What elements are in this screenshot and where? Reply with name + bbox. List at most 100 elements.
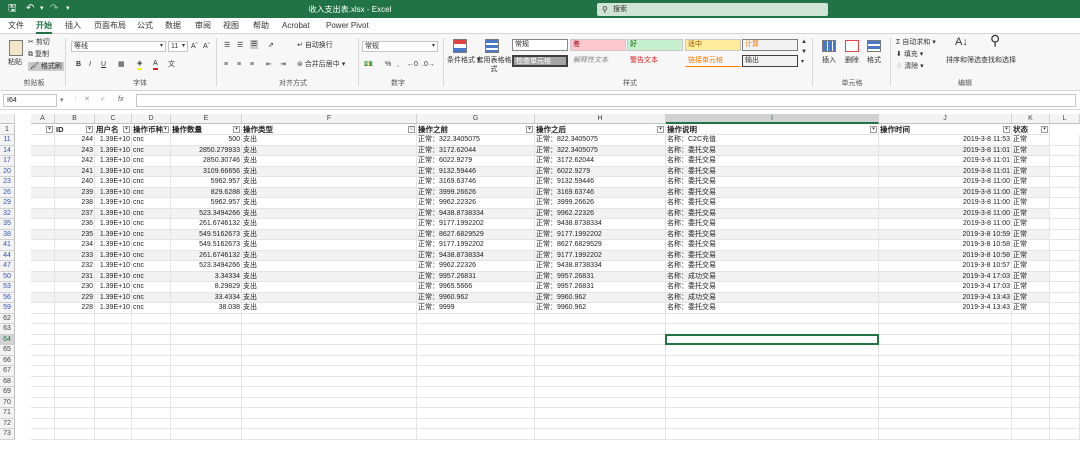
empty-cell[interactable] [171,376,242,387]
cancel-icon[interactable]: ✕ [84,95,90,104]
percent-icon[interactable]: % [385,60,391,69]
empty-cell[interactable] [242,408,417,419]
header-cell[interactable]: 操作之后 ▾ [535,124,666,135]
format-button[interactable]: 格式 [867,56,881,65]
row-header[interactable]: 50 [0,271,15,282]
italic-icon[interactable]: I [89,60,91,69]
table-cell-user[interactable]: 1.39E+10 [95,292,132,303]
header-cell[interactable]: ▾ [31,124,55,135]
empty-cell[interactable] [535,387,666,398]
table-cell-desc[interactable]: 名称：委托交易 [666,240,879,251]
column-header[interactable]: H [535,114,666,124]
align-center-icon[interactable]: ≡ [237,60,241,69]
table-cell-time[interactable]: 2019-3-8 11:01 [879,145,1012,156]
table-cell-user[interactable]: 1.39E+10 [95,261,132,272]
empty-cell[interactable] [879,429,1012,440]
table-cell-desc[interactable]: 名称：委托交易 [666,250,879,261]
empty-cell[interactable] [242,387,417,398]
table-cell-after[interactable]: 正常：3999.26626 [535,198,666,209]
empty-cell[interactable] [95,397,132,408]
table-cell-user[interactable]: 1.39E+10 [95,145,132,156]
table-cell-after[interactable]: 正常：6022.9279 [535,166,666,177]
row-header[interactable]: 32 [0,208,15,219]
row-header[interactable]: 14 [0,145,15,156]
empty-cell[interactable] [132,397,171,408]
table-cell-desc[interactable]: 名称：委托交易 [666,145,879,156]
empty-cell[interactable] [666,345,879,356]
format-painter-button[interactable]: 🖌 格式刷 [28,62,64,71]
empty-cell[interactable] [1012,355,1050,366]
table-cell-blank[interactable] [31,261,55,272]
table-cell-desc[interactable]: 名称：成功交易 [666,271,879,282]
table-cell-status[interactable]: 正常 [1012,271,1050,282]
empty-cell[interactable] [535,397,666,408]
tab-10[interactable]: Power Pivot [326,21,369,31]
empty-cell[interactable] [666,366,879,377]
find-select-icon[interactable]: ⚲ [990,33,1000,47]
table-cell-before[interactable]: 正常：3169.63746 [417,177,535,188]
table-cell-time[interactable]: 2019-3-8 11:00 [879,187,1012,198]
table-cell-qty[interactable]: 261.6746132 [171,250,242,261]
table-cell-before[interactable]: 正常：322.3405075 [417,135,535,146]
empty-cell[interactable] [879,355,1012,366]
cut-button[interactable]: ✂ 剪切 [28,38,50,47]
empty-cell[interactable] [535,324,666,335]
empty-cell[interactable] [879,397,1012,408]
table-cell-status[interactable]: 正常 [1012,261,1050,272]
empty-cell[interactable] [535,355,666,366]
empty-cell[interactable] [171,408,242,419]
empty-cell[interactable] [1012,345,1050,356]
empty-cell[interactable] [417,376,535,387]
table-cell-status[interactable]: 正常 [1012,229,1050,240]
table-cell-blank[interactable] [31,240,55,251]
styles-scroll-down-icon[interactable]: ▼ [801,48,807,57]
filter-dropdown-icon[interactable]: ▾ [870,125,877,133]
align-middle-icon[interactable]: ☰ [237,41,243,50]
empty-cell[interactable] [132,429,171,440]
empty-cell[interactable] [31,334,55,345]
empty-cell[interactable] [1050,271,1080,282]
insert-cells-icon[interactable] [822,40,836,52]
table-cell-desc[interactable]: 名称：委托交易 [666,166,879,177]
fill-color-icon[interactable]: ◈ [137,59,143,70]
empty-cell[interactable] [1050,177,1080,188]
table-cell-qty[interactable]: 523.3494266 [171,261,242,272]
filter-dropdown-icon[interactable]: ▽ [408,125,415,133]
row-header[interactable]: 1 [0,124,15,135]
header-cell[interactable]: 操作说明 ▾ [666,124,879,135]
empty-cell[interactable] [1050,345,1080,356]
empty-cell[interactable] [95,324,132,335]
row-header[interactable]: 44 [0,250,15,261]
styles-more-icon[interactable]: ▾ [801,58,804,67]
table-cell-blank[interactable] [31,135,55,146]
column-header[interactable]: F [242,114,417,124]
increase-decimal-icon[interactable]: ←0 [407,60,418,69]
row-header[interactable]: 11 [0,135,15,146]
empty-cell[interactable] [1050,418,1080,429]
header-cell[interactable]: 操作类型 ▽ [242,124,417,135]
table-cell-status[interactable]: 正常 [1012,250,1050,261]
table-cell-blank[interactable] [31,156,55,167]
table-cell-type[interactable]: 支出 [242,208,417,219]
empty-cell[interactable] [55,345,95,356]
empty-cell[interactable] [879,408,1012,419]
align-bottom-icon[interactable]: ☰ [250,40,259,49]
empty-cell[interactable] [55,429,95,440]
empty-cell[interactable] [31,376,55,387]
empty-cell[interactable] [55,334,95,345]
table-cell-time[interactable]: 2019-3-4 13:43 [879,303,1012,314]
empty-cell[interactable] [31,418,55,429]
increase-font-icon[interactable]: Aˆ [191,42,198,51]
empty-cell[interactable] [1050,408,1080,419]
table-cell-type[interactable]: 支出 [242,166,417,177]
row-header[interactable]: 67 [0,366,15,377]
table-cell-desc[interactable]: 名称：委托交易 [666,229,879,240]
empty-cell[interactable] [1050,250,1080,261]
table-cell-id[interactable]: 235 [55,229,95,240]
empty-cell[interactable] [95,376,132,387]
insert-function-icon[interactable]: fx [118,95,123,104]
empty-cell[interactable] [132,355,171,366]
column-header[interactable]: J [879,114,1012,124]
row-header[interactable]: 68 [0,376,15,387]
tab-8[interactable]: 帮助 [253,21,269,31]
